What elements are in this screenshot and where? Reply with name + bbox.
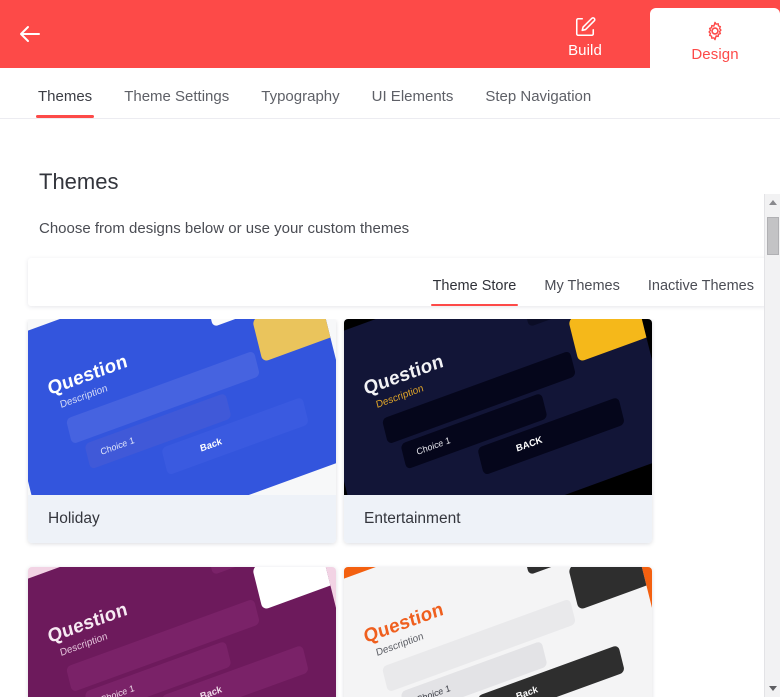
theme-preview-mock: QuestionDescriptionChoice 1Choice 2Back [28,319,336,495]
subtab-inactive-themes[interactable]: Inactive Themes [648,278,754,306]
scroll-down-arrow-icon[interactable] [765,680,780,697]
theme-preview: QuestionDescriptionChoice 1Choice 2Back [28,319,336,495]
mode-tab-design-label: Design [691,45,739,63]
theme-card-label: Entertainment [344,495,652,543]
mode-tab-build[interactable]: Build [520,0,650,68]
theme-preview: QuestionDescriptionChoice 1Choice 2Back [28,567,336,697]
tab-themes[interactable]: Themes [35,88,95,118]
preview-accent-block [252,567,336,611]
preview-accent-block [568,567,652,611]
gear-icon [704,18,726,44]
theme-card[interactable]: QuestionDescriptionChoice 1Choice 2Back [28,567,336,697]
theme-preview-mock: QuestionDescriptionChoice 1Choice 2Back [28,567,336,697]
theme-preview: QuestionDescriptionChoice 1Choice 2Back [344,567,652,697]
theme-grid: QuestionDescriptionChoice 1Choice 2BackH… [28,319,728,697]
preview-accent-stripe [28,319,237,351]
tab-step-navigation[interactable]: Step Navigation [485,88,591,118]
preview-accent-block [252,319,336,363]
main-content: Themes Choose from designs below or use … [0,119,780,697]
preview-accent-stripe [344,567,553,599]
preview-accent-stripe [344,319,553,351]
section-tab-bar: Themes Theme Settings Typography UI Elem… [0,68,780,119]
preview-accent-block [568,319,652,363]
vertical-scrollbar[interactable] [764,194,780,697]
page-subtitle: Choose from designs below or use your cu… [39,220,410,237]
preview-accent-stripe [28,567,237,599]
theme-grid-scroll-area: QuestionDescriptionChoice 1Choice 2BackH… [0,319,780,697]
edit-pencil-square-icon [574,14,596,40]
theme-card-label: Holiday [28,495,336,543]
top-header-bar: Build Design [0,0,780,68]
scrollbar-thumb[interactable] [767,217,779,255]
tab-theme-settings[interactable]: Theme Settings [124,88,229,118]
subtab-my-themes[interactable]: My Themes [544,278,619,306]
scroll-up-arrow-icon[interactable] [765,194,780,211]
page-title: Themes [39,169,119,194]
theme-preview-mock: QuestionDescriptionChoice 1Choice 2BACK [344,319,652,495]
tab-ui-elements[interactable]: UI Elements [372,88,454,118]
mode-tab-design[interactable]: Design [650,8,780,68]
tab-typography[interactable]: Typography [261,88,339,118]
arrow-left-icon [18,24,42,44]
mode-tab-group: Build Design [520,0,780,68]
theme-card[interactable]: QuestionDescriptionChoice 1Choice 2BackH… [28,319,336,543]
theme-card[interactable]: QuestionDescriptionChoice 1Choice 2Back [344,567,652,697]
back-button[interactable] [14,20,46,48]
theme-subtab-panel: Theme Store My Themes Inactive Themes [28,258,768,306]
theme-preview-mock: QuestionDescriptionChoice 1Choice 2Back [344,567,652,697]
subtab-theme-store[interactable]: Theme Store [430,278,519,306]
theme-card[interactable]: QuestionDescriptionChoice 1Choice 2BACKE… [344,319,652,543]
mode-tab-build-label: Build [568,41,602,59]
app-window: Build Design Themes Theme Settings Typog… [0,0,780,697]
theme-preview: QuestionDescriptionChoice 1Choice 2BACK [344,319,652,495]
